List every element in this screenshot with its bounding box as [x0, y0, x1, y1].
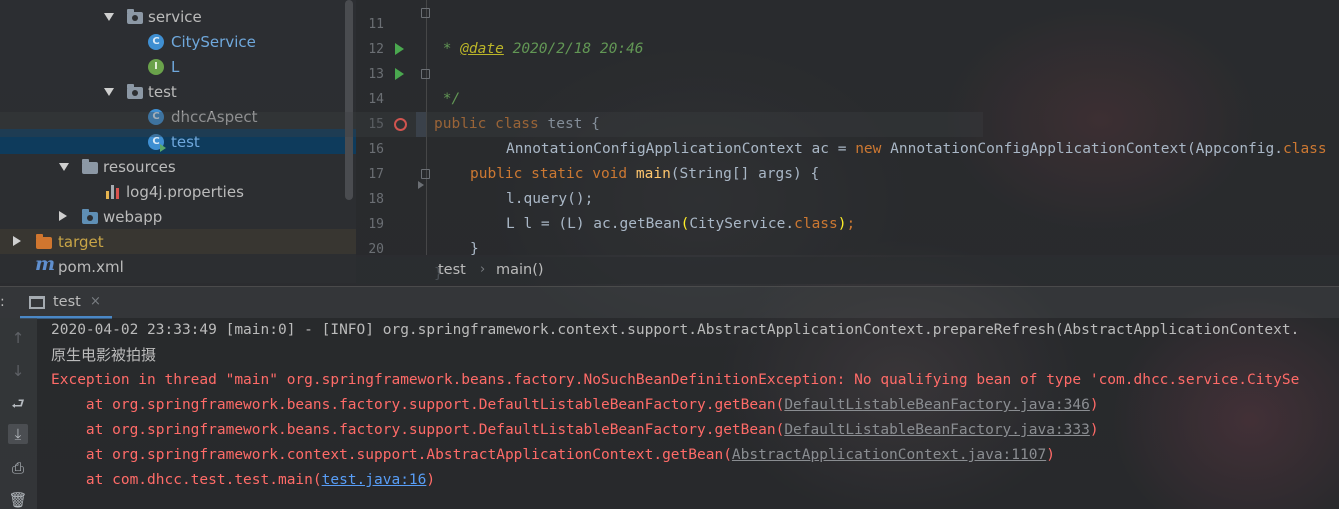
down-arrow-icon[interactable]: ↓	[8, 361, 28, 381]
code-line-12[interactable]: 12 */	[0, 8, 983, 107]
fold-marker-icon[interactable]	[421, 8, 430, 18]
fold-marker-icon[interactable]	[421, 69, 430, 79]
console-output[interactable]: 2020-04-02 23:33:49 [main:0] - [INFO] or…	[37, 318, 1339, 509]
stack-trace-link[interactable]: DefaultListableBeanFactory.java:346	[784, 397, 1090, 413]
tool-window-title-tail: :	[0, 294, 5, 310]
code-line-11[interactable]: 11 * @date 2020/2/18 20:46	[0, 0, 983, 57]
stack-trace-line: at org.springframework.context.support.A…	[51, 447, 1055, 463]
run-toolbar: ↑ ↓ ⮐ ⤓ ⎙ 🗑	[0, 318, 37, 509]
run-tool-window-header: : test ×	[0, 286, 1339, 319]
breakpoint-icon[interactable]	[394, 118, 407, 131]
trash-icon[interactable]: 🗑	[8, 490, 28, 509]
breadcrumb: test › main()	[356, 257, 1339, 284]
stack-trace-link[interactable]: AbstractApplicationContext.java:1107	[732, 447, 1046, 463]
breadcrumb-item-class[interactable]: test	[438, 262, 466, 278]
run-tab-test[interactable]: test ×	[20, 287, 112, 319]
chevron-right-icon: ›	[480, 262, 486, 277]
stack-trace-link[interactable]: test.java:16	[322, 472, 427, 488]
stack-trace-line: at com.dhcc.test.test.main(test.java:16)	[51, 472, 436, 488]
code-line-16[interactable]: 16 L l = (L) ac.getBean(CityService.clas…	[0, 112, 983, 232]
maven-icon: m	[35, 253, 56, 275]
code-line-13[interactable]: 13 public class test {	[0, 37, 983, 132]
print-icon[interactable]: ⎙	[8, 458, 28, 478]
stack-trace-line: at org.springframework.beans.factory.sup…	[51, 422, 1099, 438]
code-line-14[interactable]: 14 public static void main(String[] args…	[0, 62, 983, 182]
close-icon[interactable]: ×	[90, 294, 101, 309]
breadcrumb-item-method[interactable]: main()	[496, 262, 544, 278]
code-line-18[interactable]: 18 }	[0, 162, 983, 257]
console-icon	[29, 296, 45, 309]
stack-trace-line: at org.springframework.beans.factory.sup…	[51, 397, 1099, 413]
excluded-folder-icon	[36, 234, 52, 249]
stack-trace-link[interactable]: DefaultListableBeanFactory.java:333	[784, 422, 1090, 438]
fold-marker-icon[interactable]	[421, 169, 430, 179]
code-line-15[interactable]: 15 AnnotationConfigApplicationContext ac…	[0, 87, 1326, 157]
code-line-17[interactable]: 17 l.query();	[0, 137, 983, 207]
code-line-20[interactable]: 20	[0, 212, 983, 257]
code-line-19[interactable]: 19 }	[0, 181, 983, 282]
scroll-to-end-icon[interactable]: ⤓	[8, 424, 28, 444]
console-line-output: 原生电影被拍摄	[51, 346, 157, 364]
tree-item-label: pom.xml	[58, 257, 124, 276]
console-line-info: 2020-04-02 23:33:49 [main:0] - [INFO] or…	[51, 322, 1300, 338]
run-gutter-icon[interactable]	[395, 43, 404, 55]
tree-item-pom-xml[interactable]: m pom.xml	[0, 253, 356, 279]
fold-end-icon[interactable]	[418, 181, 424, 189]
caret-row-marker	[416, 112, 426, 137]
soft-wrap-icon[interactable]: ⮐	[8, 394, 28, 414]
run-gutter-icon[interactable]	[395, 68, 404, 80]
up-arrow-icon[interactable]: ↑	[8, 328, 28, 348]
console-line-exception: Exception in thread "main" org.springfra…	[51, 372, 1300, 388]
run-tab-label: test	[53, 294, 81, 310]
